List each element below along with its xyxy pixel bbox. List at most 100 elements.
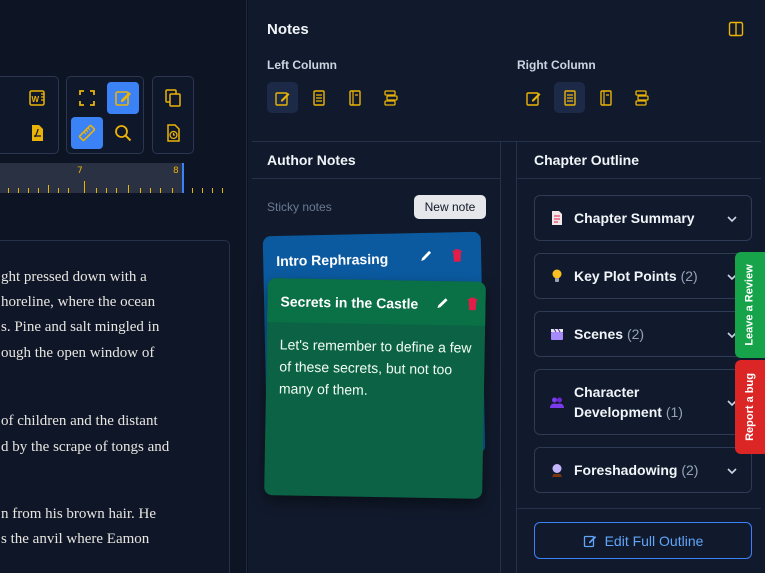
ruler[interactable]: 7 8: [0, 163, 184, 193]
divider: [252, 178, 500, 179]
trash-icon[interactable]: [449, 247, 465, 263]
document-line: s the anvil where Eamon: [1, 531, 150, 547]
outline-icon: [312, 89, 325, 106]
divider: [517, 508, 761, 509]
right-view-book-button[interactable]: [590, 82, 621, 113]
document-icon: [552, 211, 562, 225]
divider: [517, 178, 761, 179]
section-count: (2): [680, 268, 698, 284]
section-count: (2): [626, 326, 645, 342]
column-divider: [500, 141, 501, 573]
editor-area: W 7 8 ght pressed down with a horeline, …: [0, 0, 247, 573]
lightbulb-icon: [552, 269, 562, 282]
edit-note-icon: [525, 91, 540, 106]
sticky-note-title: Intro Rephrasing: [276, 250, 389, 270]
leave-review-label: Leave a Review: [744, 264, 756, 346]
edit-full-outline-button[interactable]: Edit Full Outline: [534, 522, 752, 559]
section-label: Character Development: [574, 384, 662, 420]
document-page[interactable]: ght pressed down with a horeline, where …: [0, 240, 230, 573]
book-icon: [348, 89, 361, 106]
timeline-icon: [383, 89, 398, 106]
section-count: (1): [665, 404, 683, 420]
left-view-timeline-button[interactable]: [375, 82, 406, 113]
notes-panel: Notes Left Column Right Column Author No…: [248, 0, 765, 573]
notes-panel-title: Notes: [267, 21, 309, 38]
fullscreen-button[interactable]: [71, 82, 103, 114]
people-icon: [550, 397, 564, 408]
timeline-icon: [634, 89, 649, 106]
section-label: Chapter Summary: [574, 210, 695, 226]
toolbar-view-group: [66, 76, 144, 154]
ruler-toggle-button[interactable]: [71, 117, 103, 149]
outline-section-foreshadowing[interactable]: Foreshadowing (2): [534, 447, 752, 493]
left-view-notes-button[interactable]: [267, 82, 298, 113]
chapter-outline-title: Chapter Outline: [534, 152, 640, 168]
new-note-button[interactable]: New note: [414, 195, 486, 219]
pdf-export-icon: [32, 125, 43, 141]
ruler-label-8: 8: [173, 166, 179, 176]
chevron-down-icon: [727, 216, 737, 223]
trash-icon[interactable]: [464, 296, 480, 312]
left-view-book-button[interactable]: [339, 82, 370, 113]
fullscreen-icon: [79, 90, 95, 106]
history-icon: [167, 124, 180, 142]
report-bug-label: Report a bug: [744, 373, 756, 441]
document-line: horeline, where the ocean: [1, 294, 156, 310]
book-icon: [599, 89, 612, 106]
export-word-button[interactable]: W: [21, 82, 53, 114]
section-count: (2): [681, 462, 699, 478]
edit-mode-button[interactable]: [107, 82, 139, 114]
right-view-timeline-button[interactable]: [626, 82, 657, 113]
clapperboard-icon: [551, 328, 563, 340]
outline-icon: [563, 89, 576, 106]
edit-note-icon: [274, 91, 289, 106]
sticky-note[interactable]: Secrets in the Castle Let's remember to …: [264, 278, 486, 499]
edit-icon: [583, 535, 596, 547]
ruler-label-7: 7: [77, 166, 83, 176]
edit-full-outline-label: Edit Full Outline: [604, 532, 704, 549]
section-label: Scenes: [574, 326, 624, 342]
right-view-notes-button[interactable]: [518, 82, 549, 113]
copy-icon: [165, 89, 181, 107]
sticky-notes-label: Sticky notes: [267, 200, 332, 214]
document-line: of children and the distant: [1, 413, 158, 429]
right-column-label: Right Column: [517, 58, 596, 72]
left-view-outline-button[interactable]: [303, 82, 334, 113]
outline-section-character-development[interactable]: Character Development (1): [534, 369, 752, 435]
edit-icon: [115, 91, 131, 106]
section-label: Foreshadowing: [574, 462, 678, 478]
document-line: ght pressed down with a: [1, 269, 147, 285]
chevron-down-icon: [727, 468, 737, 475]
author-notes-title: Author Notes: [267, 152, 356, 168]
document-line: d by the scrape of tongs and: [1, 439, 170, 455]
ruler-margin: [186, 163, 246, 193]
report-bug-tab[interactable]: Report a bug: [735, 360, 765, 454]
section-label: Key Plot Points: [574, 268, 677, 284]
copy-button[interactable]: [157, 82, 189, 114]
panel-layout-icon[interactable]: [728, 21, 744, 37]
crystal-ball-icon: [552, 464, 562, 477]
right-view-outline-button[interactable]: [554, 82, 585, 113]
outline-section-chapter-summary[interactable]: Chapter Summary: [534, 195, 752, 241]
history-button[interactable]: [157, 117, 189, 149]
document-line: s. Pine and salt mingled in: [1, 319, 160, 335]
leave-review-tab[interactable]: Leave a Review: [735, 252, 765, 358]
word-export-icon: W: [29, 90, 45, 106]
outline-section-key-plot-points[interactable]: Key Plot Points (2): [534, 253, 752, 299]
pencil-icon[interactable]: [434, 295, 450, 311]
divider: [252, 141, 761, 142]
export-pdf-button[interactable]: [21, 117, 53, 149]
sticky-note-body[interactable]: Let's remember to define a few of these …: [279, 333, 480, 402]
document-line: ough the open window of: [1, 345, 155, 361]
search-button[interactable]: [107, 117, 139, 149]
sticky-note-title: Secrets in the Castle: [280, 293, 419, 312]
ruler-icon: [78, 124, 96, 142]
toolbar-export-group: W: [0, 76, 59, 154]
toolbar-copy-group: [152, 76, 194, 154]
left-column-label: Left Column: [267, 58, 337, 72]
search-icon: [115, 125, 132, 142]
pencil-icon[interactable]: [418, 248, 434, 264]
document-line: n from his brown hair. He: [1, 506, 156, 522]
outline-section-scenes[interactable]: Scenes (2): [534, 311, 752, 357]
svg-text:W: W: [32, 95, 40, 104]
